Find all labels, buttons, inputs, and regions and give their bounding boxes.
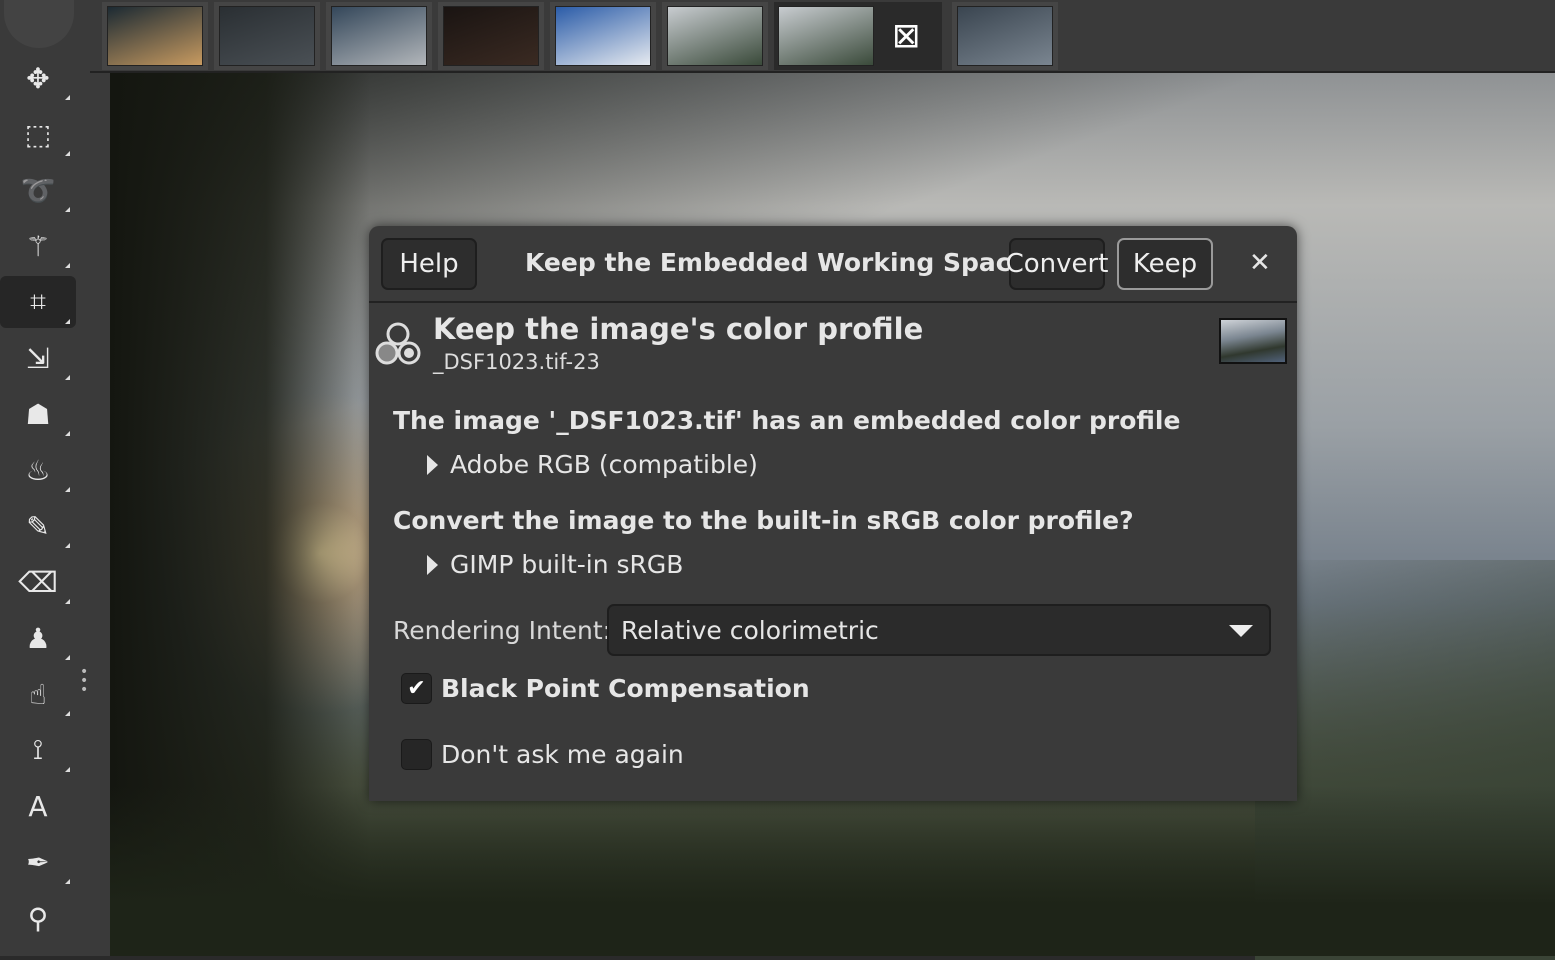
close-box-icon[interactable]: ⊠: [892, 16, 921, 56]
tool-bucket-fill[interactable]: ♨: [0, 444, 76, 496]
tool-group-indicator-icon: [65, 655, 70, 660]
embedded-profile-name: Adobe RGB (compatible): [450, 450, 758, 479]
image-tab[interactable]: [662, 2, 768, 70]
color-profile-icon: [375, 322, 421, 365]
smudge-icon: ☝: [29, 677, 47, 711]
embedded-profile-expander[interactable]: Adobe RGB (compatible): [427, 450, 758, 479]
tool-group-indicator-icon: [65, 599, 70, 604]
tool-group-indicator-icon: [65, 375, 70, 380]
bucket-fill-icon: ♨: [25, 453, 51, 487]
tool-lasso[interactable]: ➰: [0, 164, 76, 216]
tool-rect-select[interactable]: ⬚: [0, 108, 76, 160]
canvas-trees-bottom: [110, 786, 1555, 956]
convert-button[interactable]: Convert: [1006, 238, 1108, 290]
tool-zoom[interactable]: ⚲: [0, 892, 76, 944]
tool-group-indicator-icon: [65, 879, 70, 884]
wilber-logo: [4, 0, 74, 48]
image-name: _DSF1023.tif-23: [433, 350, 600, 374]
tool-group-indicator-icon: [65, 711, 70, 716]
keep-button[interactable]: Keep: [1117, 238, 1213, 290]
dialog-header: Help Keep the Embedded Working Space? Co…: [369, 226, 1297, 303]
rect-select-icon: ⬚: [24, 117, 52, 151]
black-point-compensation-label[interactable]: Black Point Compensation: [441, 674, 810, 703]
image-tab[interactable]: [102, 2, 208, 70]
chevron-down-icon: [1229, 625, 1253, 637]
tool-smudge[interactable]: ☝: [0, 668, 76, 720]
image-tab[interactable]: [550, 2, 656, 70]
lasso-icon: ➰: [20, 173, 56, 207]
tool-group-indicator-icon: [65, 207, 70, 212]
tool-clone[interactable]: ♟: [0, 612, 76, 664]
image-tab-thumbnail: [667, 6, 763, 66]
image-tab[interactable]: [438, 2, 544, 70]
warp-icon: ☗: [25, 397, 51, 431]
paintbrush-icon: ✎: [26, 509, 50, 543]
tool-eraser[interactable]: ⌫: [0, 556, 76, 608]
image-tab[interactable]: ⊠: [774, 2, 942, 70]
image-tab-thumbnail: [778, 6, 874, 66]
tool-group-indicator-icon: [65, 95, 70, 100]
image-tab-thumbnail: [219, 6, 315, 66]
tool-group-indicator-icon: [65, 543, 70, 548]
embedded-profile-text: The image '_DSF1023.tif' has an embedded…: [393, 406, 1181, 435]
tool-crop[interactable]: ⌗: [0, 276, 76, 328]
image-thumbnail: [1219, 318, 1287, 364]
unified-transform-icon: ⇲: [26, 341, 50, 375]
dialog-heading: Keep the image's color profile: [433, 312, 924, 346]
image-tab-thumbnail: [107, 6, 203, 66]
image-tab-thumbnail: [555, 6, 651, 66]
image-tabs-bar: ⊠: [90, 0, 1555, 73]
toolbox-grip-handle[interactable]: • • •: [80, 665, 88, 697]
close-icon[interactable]: ✕: [1249, 248, 1271, 278]
eraser-icon: ⌫: [18, 565, 58, 599]
tool-group-indicator-icon: [65, 263, 70, 268]
move-icon: ✥: [26, 61, 50, 95]
tool-move[interactable]: ✥: [0, 52, 76, 104]
black-point-compensation-checkbox[interactable]: ✔: [401, 673, 432, 704]
image-tab-thumbnail: [957, 6, 1053, 66]
builtin-profile-expander[interactable]: GIMP built-in sRGB: [427, 550, 683, 579]
tool-group-indicator-icon: [65, 151, 70, 156]
dont-ask-again-checkbox[interactable]: [401, 739, 432, 770]
convert-question-text: Convert the image to the built-in sRGB c…: [393, 506, 1134, 535]
tool-paintbrush[interactable]: ✎: [0, 500, 76, 552]
tool-warp[interactable]: ☗: [0, 388, 76, 440]
text-icon: A: [28, 789, 48, 823]
color-profile-dialog: Help Keep the Embedded Working Space? Co…: [369, 226, 1297, 801]
tool-text[interactable]: A: [0, 780, 76, 832]
tool-group-indicator-icon: [65, 487, 70, 492]
fuzzy-select-icon: ⚚: [25, 229, 51, 263]
image-tab-thumbnail: [331, 6, 427, 66]
image-tab[interactable]: [214, 2, 320, 70]
color-picker-icon: ✒: [26, 845, 50, 879]
clone-icon: ♟: [25, 621, 51, 655]
tool-group-indicator-icon: [65, 431, 70, 436]
expander-arrow-icon: [427, 555, 438, 575]
image-tab-thumbnail: [443, 6, 539, 66]
tool-color-picker[interactable]: ✒: [0, 836, 76, 888]
tool-unified-transform[interactable]: ⇲: [0, 332, 76, 384]
builtin-profile-name: GIMP built-in sRGB: [450, 550, 684, 579]
paths-icon: ⟟: [32, 733, 44, 766]
rendering-intent-label: Rendering Intent:: [393, 616, 612, 645]
dialog-title: Keep the Embedded Working Space?: [525, 248, 1043, 277]
tool-group-indicator-icon: [65, 319, 70, 324]
help-button[interactable]: Help: [381, 238, 477, 290]
tool-paths[interactable]: ⟟: [0, 724, 76, 776]
rendering-intent-value: Relative colorimetric: [621, 616, 879, 645]
rendering-intent-select[interactable]: Relative colorimetric: [607, 604, 1271, 656]
toolbox: ✥ ⬚ ➰ ⚚ ⌗ ⇲ ☗ ♨ ✎ ⌫ ♟ ☝ ⟟ A ✒ ⚲ • • •: [0, 0, 110, 956]
tool-group-indicator-icon: [65, 767, 70, 772]
expander-arrow-icon: [427, 455, 438, 475]
dont-ask-again-label[interactable]: Don't ask me again: [441, 740, 684, 769]
image-tab[interactable]: [952, 2, 1058, 70]
image-tab[interactable]: [326, 2, 432, 70]
zoom-icon: ⚲: [27, 901, 49, 935]
crop-icon: ⌗: [30, 285, 46, 318]
tool-fuzzy-select[interactable]: ⚚: [0, 220, 76, 272]
